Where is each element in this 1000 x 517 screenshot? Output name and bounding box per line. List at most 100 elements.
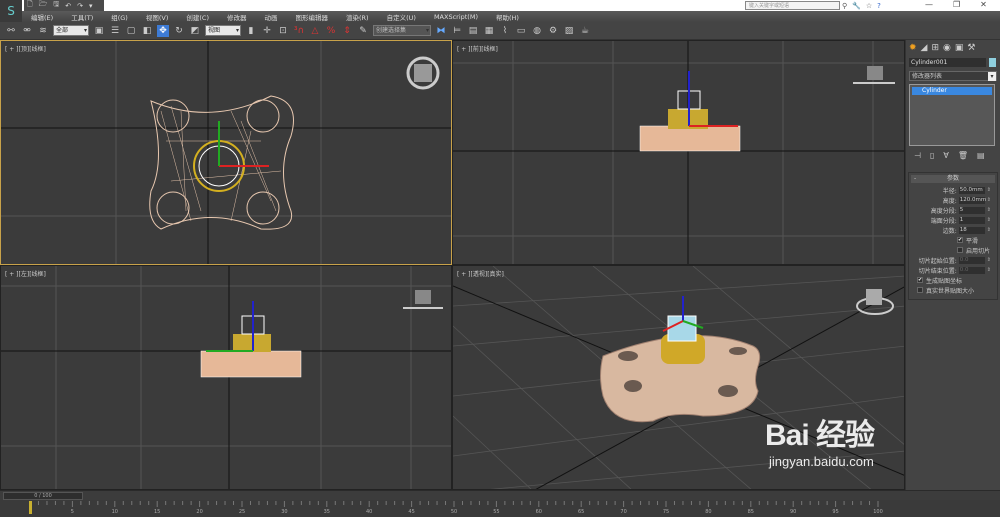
select-by-name-icon[interactable]: ☰: [109, 25, 121, 37]
viewport-front[interactable]: [ + ][前][线框]: [452, 40, 905, 265]
undo-icon[interactable]: ↶: [65, 2, 71, 10]
edit-named-selection-icon[interactable]: ✎: [357, 25, 369, 37]
close-button[interactable]: ✕: [980, 0, 987, 9]
link-icon[interactable]: ⚯: [5, 25, 17, 37]
time-slider[interactable]: 0 / 100: [0, 490, 1000, 500]
unlink-icon[interactable]: ⚮: [21, 25, 33, 37]
save-icon[interactable]: 🖫: [53, 0, 59, 11]
modifier-list-dropdown[interactable]: 修改器列表: [909, 71, 997, 81]
configure-sets-icon[interactable]: ▤: [977, 151, 985, 160]
viewport-label[interactable]: [ + ][前][线框]: [457, 44, 498, 53]
motion-tab-icon[interactable]: ◉: [943, 43, 951, 53]
menu-edit[interactable]: 编辑(E): [31, 12, 53, 22]
time-slider-thumb[interactable]: 0 / 100: [3, 492, 83, 500]
make-unique-icon[interactable]: ∀: [943, 151, 948, 160]
customize-dropdown-icon[interactable]: ▾: [89, 2, 93, 10]
window-crossing-icon[interactable]: ◧: [141, 25, 153, 37]
rendered-frame-icon[interactable]: ▨: [563, 25, 575, 37]
subscription-icon[interactable]: 🔧: [852, 2, 861, 10]
current-frame-marker[interactable]: [29, 501, 32, 514]
select-object-icon[interactable]: ▣: [93, 25, 105, 37]
timeline-tick-label: 70: [620, 509, 626, 515]
schematic-view-icon[interactable]: ▭: [515, 25, 527, 37]
menu-customize[interactable]: 自定义(U): [387, 12, 416, 22]
menu-create[interactable]: 创建(C): [186, 12, 209, 22]
favorites-icon[interactable]: ☆: [866, 2, 872, 10]
angle-snap-icon[interactable]: △: [309, 25, 321, 37]
stack-item[interactable]: Cylinder: [912, 87, 992, 95]
maximize-button[interactable]: ❐: [953, 0, 960, 9]
height-segments-spinner[interactable]: 5: [958, 206, 985, 214]
menu-maxscript[interactable]: MAXScript(M): [434, 13, 478, 21]
scale-icon[interactable]: ◩: [189, 25, 201, 37]
move-icon[interactable]: ✥: [157, 24, 169, 37]
viewport-left[interactable]: [ + ][左][线框]: [0, 265, 452, 490]
snap-toggle-icon[interactable]: ³∩: [293, 25, 305, 37]
keyboard-shortcut-icon[interactable]: ⊡: [277, 25, 289, 37]
new-icon[interactable]: 🗋: [27, 0, 33, 11]
cap-segments-spinner[interactable]: 1: [958, 216, 985, 224]
viewport-label[interactable]: [ + ][顶][线框]: [5, 44, 46, 53]
help-icon[interactable]: ?: [877, 2, 881, 10]
menu-graph-editors[interactable]: 图形编辑器: [296, 12, 329, 22]
render-setup-icon[interactable]: ⚙: [547, 25, 559, 37]
redo-icon[interactable]: ↷: [77, 2, 83, 10]
real-world-map-checkbox[interactable]: 真实世界贴图大小: [909, 285, 997, 295]
align-icon[interactable]: ⊨: [451, 25, 463, 37]
slice-to-spinner[interactable]: 0.0: [958, 266, 985, 274]
scene-explorer-icon[interactable]: ▦: [483, 25, 495, 37]
spinner-snap-icon[interactable]: ⇕: [341, 25, 353, 37]
object-color-swatch[interactable]: [989, 58, 996, 67]
reference-coord-dropdown[interactable]: 视图: [205, 25, 241, 36]
selection-filter-dropdown[interactable]: 全部: [53, 25, 89, 36]
utilities-tab-icon[interactable]: ⚒: [967, 43, 975, 53]
search-input[interactable]: 键入关键字或短语: [745, 1, 840, 10]
app-logo[interactable]: S: [0, 0, 22, 22]
render-icon[interactable]: ☕: [579, 25, 591, 37]
hierarchy-tab-icon[interactable]: ⊞: [931, 43, 939, 53]
menu-modifiers[interactable]: 修改器: [227, 12, 247, 22]
radius-spinner[interactable]: 50.0mm: [958, 186, 985, 194]
material-editor-icon[interactable]: ◍: [531, 25, 543, 37]
open-icon[interactable]: 🗁: [39, 0, 48, 11]
pivot-center-icon[interactable]: ▮: [245, 25, 257, 37]
timeline-tick-label: 55: [493, 509, 499, 515]
search-icon[interactable]: ⚲: [842, 2, 847, 10]
menu-rendering[interactable]: 渲染(R): [346, 12, 369, 22]
menu-tools[interactable]: 工具(T): [71, 12, 93, 22]
curve-editor-icon[interactable]: ⌇: [499, 25, 511, 37]
menu-help[interactable]: 帮助(H): [496, 12, 519, 22]
minimize-button[interactable]: —: [925, 0, 933, 9]
height-spinner[interactable]: 120.0mm: [958, 196, 986, 204]
layer-manager-icon[interactable]: ▤: [467, 25, 479, 37]
slice-from-spinner[interactable]: 0.0: [958, 256, 985, 264]
modify-tab-icon[interactable]: ◢: [921, 43, 928, 53]
generate-mapping-checkbox[interactable]: ✔ 生成贴图坐标: [909, 275, 997, 285]
rollout-header[interactable]: - 参数: [911, 175, 995, 183]
display-tab-icon[interactable]: ▣: [955, 43, 964, 53]
rotate-icon[interactable]: ↻: [173, 25, 185, 37]
rect-selection-icon[interactable]: ▢: [125, 25, 137, 37]
viewport-label[interactable]: [ + ][左][线框]: [5, 269, 46, 278]
smooth-checkbox[interactable]: ✔ 平滑: [909, 235, 997, 245]
timeline-tick-label: 45: [408, 509, 414, 515]
slice-on-checkbox[interactable]: 启用切片: [909, 245, 997, 255]
named-selection-dropdown[interactable]: 创建选择集: [373, 25, 431, 36]
bind-spacewarp-icon[interactable]: ≋: [37, 25, 49, 37]
menu-animation[interactable]: 动画: [265, 12, 278, 22]
select-manipulate-icon[interactable]: ✛: [261, 25, 273, 37]
menu-views[interactable]: 视图(V): [146, 12, 169, 22]
viewport-top[interactable]: [ + ][顶][线框]: [0, 40, 452, 265]
pin-stack-icon[interactable]: ⊣: [914, 151, 921, 160]
sides-spinner[interactable]: 18: [958, 226, 985, 234]
timeline-track[interactable]: 5 10 15 20 25 30 35 40 45 50 55 60 65 70 75 80 85 90 95 100: [0, 500, 1000, 517]
mirror-icon[interactable]: ⧓: [435, 25, 447, 37]
menu-group[interactable]: 组(G): [111, 12, 128, 22]
create-tab-icon[interactable]: ✹: [909, 43, 917, 53]
percent-snap-icon[interactable]: %: [325, 25, 337, 37]
object-name-input[interactable]: Cylinder001: [909, 58, 986, 67]
viewport-label[interactable]: [ + ][透视][真实]: [457, 269, 504, 278]
remove-modifier-icon[interactable]: 🗑: [958, 151, 968, 160]
show-end-result-icon[interactable]: ▯: [930, 151, 934, 160]
timeline-tick-label: 95: [832, 509, 838, 515]
